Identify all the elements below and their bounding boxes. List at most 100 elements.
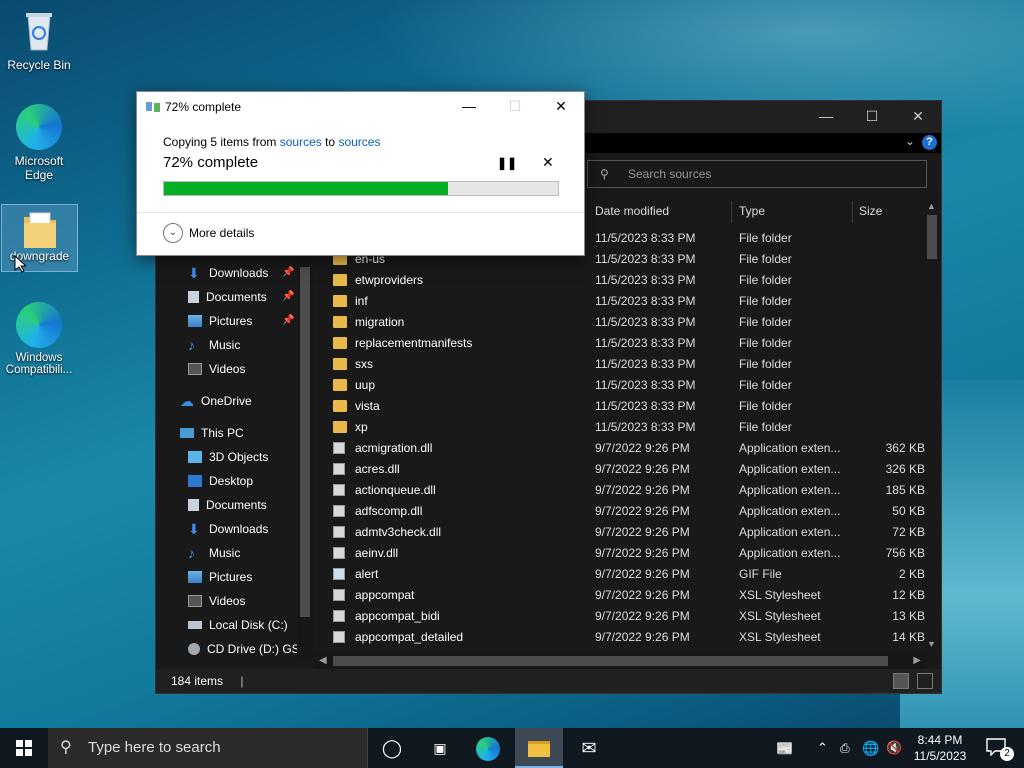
file-row[interactable]: appcompat 9/7/2022 9:26 PM XSL Stylesheet 1…	[315, 585, 925, 606]
scrollbar-thumb[interactable]	[927, 215, 937, 259]
file-row[interactable]: acmigration.dll 9/7/2022 9:26 PM Applicati…	[315, 438, 925, 459]
file-size: 14 KB	[892, 630, 925, 644]
chevron-up-icon[interactable]: ⌃	[817, 728, 828, 768]
nav-item-3d-objects[interactable]: 3D Objects	[188, 446, 268, 468]
destination-link[interactable]: sources	[338, 135, 380, 149]
column-separator[interactable]	[731, 201, 732, 223]
file-row[interactable]: alert 9/7/2022 9:26 PM GIF File 2 KB	[315, 564, 925, 585]
nav-item-documents[interactable]: Documents	[188, 286, 267, 308]
nav-item-onedrive[interactable]: ☁ OneDrive	[180, 390, 252, 412]
nav-item-this-pc[interactable]: This PC	[180, 422, 244, 444]
copy-description: Copying 5 items from sources to sources	[163, 135, 381, 149]
cancel-copy-button[interactable]: ✕	[542, 154, 554, 171]
folder-icon	[333, 358, 347, 370]
task-view-icon[interactable]: ▣	[416, 728, 464, 768]
nav-item-desktop[interactable]: Desktop	[188, 470, 253, 492]
file-row[interactable]: admtv3check.dll 9/7/2022 9:26 PM Applicati…	[315, 522, 925, 543]
ribbon-expand-chevron-icon[interactable]: ⌄	[905, 134, 915, 148]
pause-button[interactable]: ❚❚	[497, 156, 517, 170]
file-type: File folder	[739, 315, 792, 329]
cortana-icon[interactable]: ◯	[368, 728, 416, 768]
close-icon[interactable]: ✕	[895, 101, 941, 131]
edge-icon	[16, 104, 62, 150]
scroll-up-icon[interactable]: ▲	[927, 201, 936, 211]
file-row[interactable]: xp 11/5/2023 8:33 PM File folder	[315, 417, 925, 438]
file-row[interactable]: uup 11/5/2023 8:33 PM File folder	[315, 375, 925, 396]
search-input[interactable]: ⚲ Search sources	[587, 160, 927, 188]
nav-pane-scrollbar[interactable]	[297, 249, 313, 659]
scrollbar-thumb[interactable]	[300, 267, 310, 617]
scroll-down-icon[interactable]: ▼	[927, 639, 936, 649]
column-separator[interactable]	[852, 201, 853, 223]
file-row[interactable]: adfscomp.dll 9/7/2022 9:26 PM Application …	[315, 501, 925, 522]
nav-item-pictures[interactable]: Pictures	[188, 310, 252, 332]
file-list-scrollbar[interactable]: ▲ ▼	[925, 201, 939, 649]
nav-item-local-disk[interactable]: Local Disk (C:)	[188, 614, 288, 636]
pin-icon[interactable]: 📌	[282, 267, 294, 278]
start-button[interactable]	[0, 728, 48, 768]
desktop-icon-label: Windows Compatibili...	[5, 352, 73, 376]
nav-item-documents-pc[interactable]: Documents	[188, 494, 267, 516]
file-explorer-taskbar-icon[interactable]	[515, 728, 563, 768]
horizontal-scrollbar[interactable]: ◀ ▶	[315, 653, 925, 669]
file-name: acmigration.dll	[355, 441, 433, 455]
news-icon[interactable]: 📰	[776, 728, 793, 768]
file-row[interactable]: appcompat_bidi 9/7/2022 9:26 PM XSL Styles…	[315, 606, 925, 627]
file-row[interactable]: migration 11/5/2023 8:33 PM File folder	[315, 312, 925, 333]
meet-now-icon[interactable]: ⎙	[840, 728, 850, 768]
file-row[interactable]: aeinv.dll 9/7/2022 9:26 PM Application ext…	[315, 543, 925, 564]
network-icon[interactable]: 🌐	[862, 728, 879, 768]
nav-item-pictures-pc[interactable]: Pictures	[188, 566, 252, 588]
file-date: 11/5/2023 8:33 PM	[595, 252, 696, 266]
folder-icon	[528, 741, 550, 758]
nav-item-videos[interactable]: Videos	[188, 358, 245, 380]
desktop-icon-downgrade-folder[interactable]: downgrade	[1, 204, 78, 272]
scrollbar-thumb[interactable]	[333, 656, 888, 666]
file-date: 9/7/2022 9:26 PM	[595, 483, 690, 497]
source-link[interactable]: sources	[280, 135, 322, 149]
file-name: inf	[355, 294, 368, 308]
nav-item-videos-pc[interactable]: Videos	[188, 590, 245, 612]
large-icons-view-icon[interactable]	[917, 673, 933, 689]
desktop-icon-recycle-bin[interactable]: Recycle Bin	[2, 6, 76, 72]
file-name: actionqueue.dll	[355, 483, 436, 497]
close-icon[interactable]: ✕	[538, 92, 584, 122]
nav-item-downloads[interactable]: ⬇ Downloads	[188, 262, 268, 284]
notification-count-badge: 2	[1000, 747, 1014, 761]
nav-item-music[interactable]: ♪ Music	[188, 334, 240, 356]
taskbar-search-input[interactable]: ⚲ Type here to search	[48, 728, 368, 768]
file-row[interactable]: vista 11/5/2023 8:33 PM File folder	[315, 396, 925, 417]
desktop-icon-edge[interactable]: Microsoft Edge	[2, 104, 76, 182]
pin-icon[interactable]: 📌	[282, 291, 294, 302]
file-row[interactable]: actionqueue.dll 9/7/2022 9:26 PM Applicati…	[315, 480, 925, 501]
mail-taskbar-icon[interactable]: ✉	[565, 728, 613, 768]
nav-item-music-pc[interactable]: ♪ Music	[188, 542, 240, 564]
nav-item-downloads-pc[interactable]: ⬇ Downloads	[188, 518, 268, 540]
maximize-icon[interactable]: ☐	[849, 101, 895, 131]
details-view-icon[interactable]	[893, 673, 909, 689]
dll-file-icon	[333, 442, 345, 454]
scroll-left-icon[interactable]: ◀	[319, 653, 327, 669]
minimize-icon[interactable]: —	[803, 101, 849, 131]
column-type[interactable]: Type	[739, 201, 765, 221]
file-row[interactable]: sxs 11/5/2023 8:33 PM File folder	[315, 354, 925, 375]
taskbar-clock[interactable]: 8:44 PM 11/5/2023	[900, 732, 980, 764]
scroll-right-icon[interactable]: ▶	[913, 653, 921, 669]
documents-icon	[188, 499, 199, 511]
file-row[interactable]: replacementmanifests 11/5/2023 8:33 PM Fil…	[315, 333, 925, 354]
file-row[interactable]: appcompat_detailed 9/7/2022 9:26 PM XSL St…	[315, 627, 925, 648]
file-row[interactable]: inf 11/5/2023 8:33 PM File folder	[315, 291, 925, 312]
edge-taskbar-icon[interactable]	[464, 728, 512, 768]
file-row[interactable]: acres.dll 9/7/2022 9:26 PM Application ext…	[315, 459, 925, 480]
file-row[interactable]: etwproviders 11/5/2023 8:33 PM File folder	[315, 270, 925, 291]
nav-item-cd-drive[interactable]: CD Drive (D:) GS	[188, 638, 300, 660]
documents-icon	[188, 291, 199, 303]
help-icon[interactable]: ?	[922, 135, 937, 150]
folder-icon	[333, 316, 347, 328]
column-size[interactable]: Size	[859, 201, 882, 221]
minimize-icon[interactable]: —	[446, 92, 492, 122]
pin-icon[interactable]: 📌	[282, 315, 294, 326]
column-date-modified[interactable]: Date modified	[595, 201, 669, 221]
more-details-button[interactable]: ⌄ More details	[163, 223, 254, 243]
desktop-icon-windows-compat[interactable]: Windows Compatibili...	[0, 302, 78, 376]
